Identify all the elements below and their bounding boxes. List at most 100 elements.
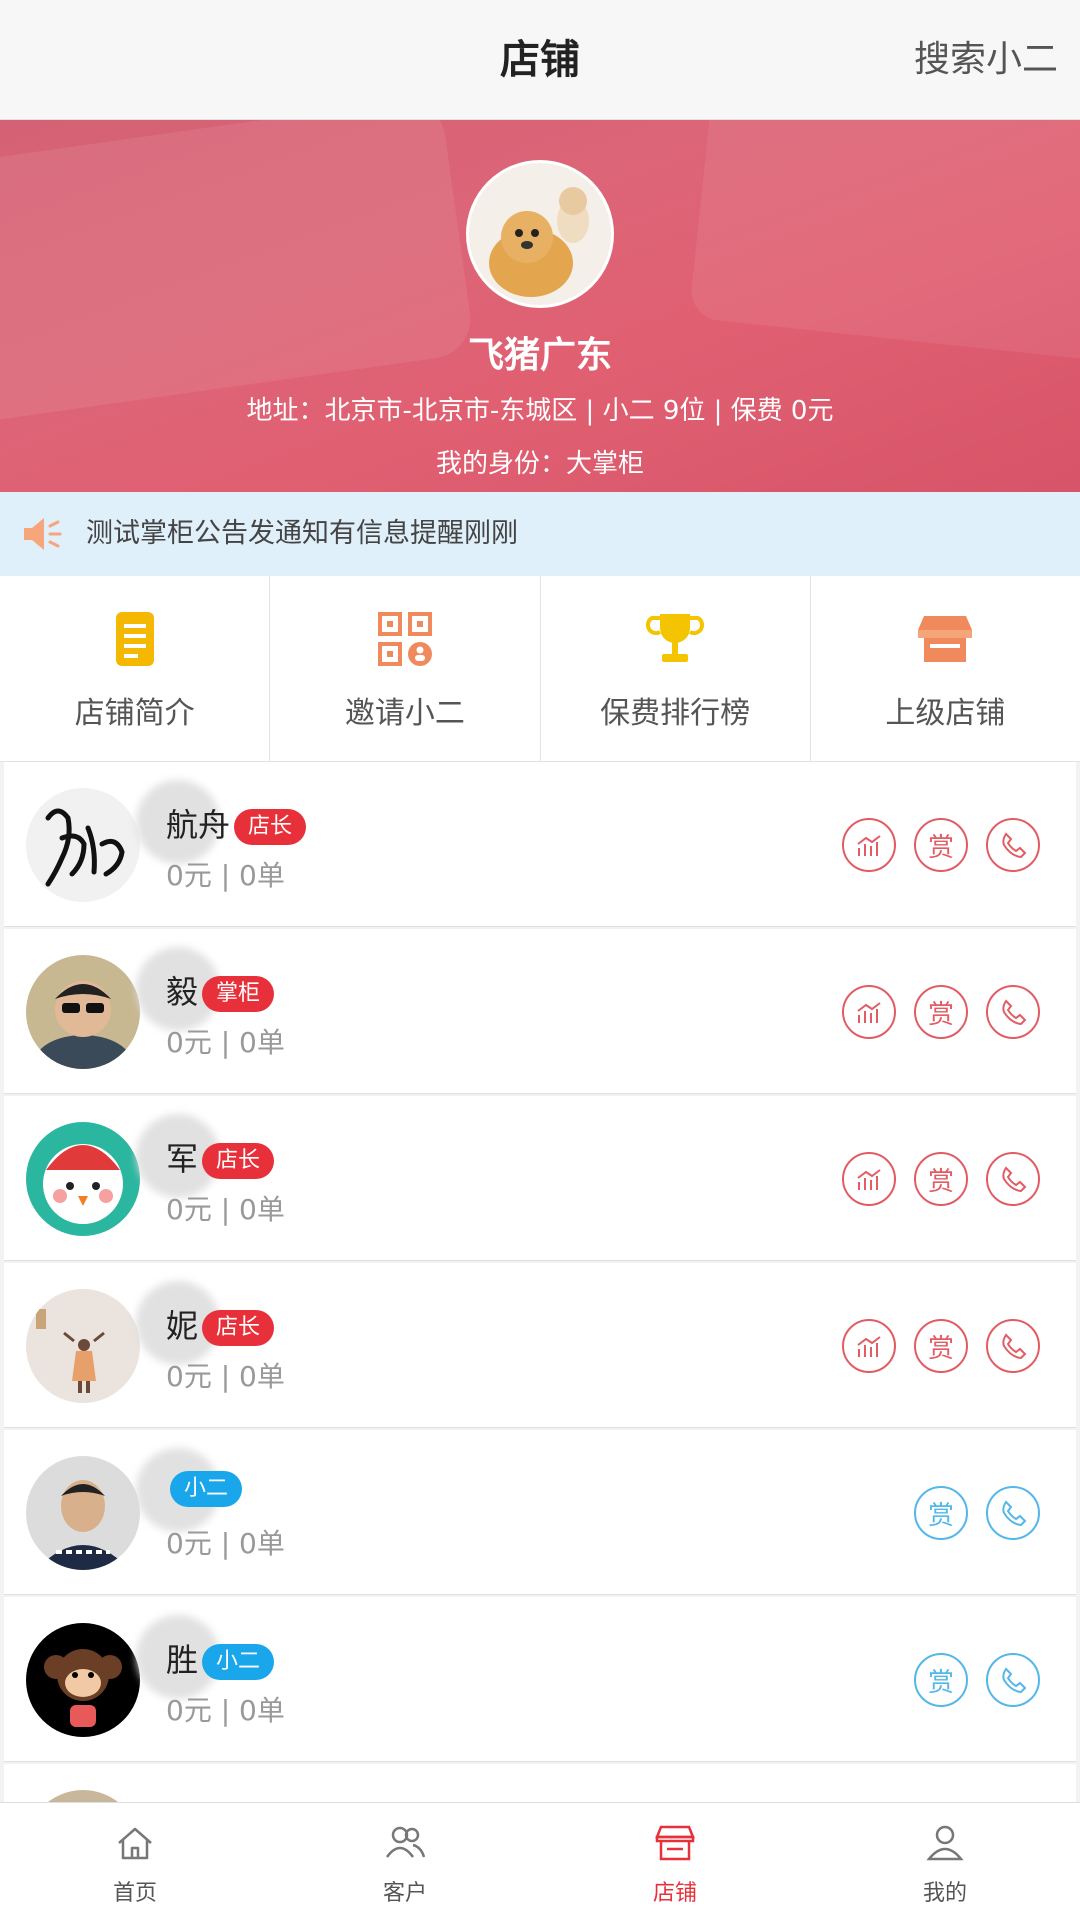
stats-button[interactable] <box>842 1319 896 1373</box>
phone-icon <box>1002 1333 1027 1360</box>
phone-icon <box>1002 832 1027 859</box>
nav-profile[interactable]: 我的 <box>810 1803 1080 1920</box>
member-stats: 0元 | 0单 <box>166 1527 285 1560</box>
member-stats: 0元 | 0单 <box>166 1360 285 1393</box>
reward-label: 赏 <box>927 999 954 1030</box>
member-row[interactable]: 军店长 0元 | 0单 赏 <box>4 1096 1076 1261</box>
member-name-line: 胜小二 <box>166 1635 275 1681</box>
member-avatar <box>26 955 140 1069</box>
member-name: 胜 <box>166 1641 199 1679</box>
role-badge: 小二 <box>202 1644 275 1680</box>
member-actions: 赏 <box>842 818 1040 872</box>
premium-ranking-button[interactable]: 保费排行榜 <box>541 576 811 761</box>
phone-icon <box>1002 1166 1027 1193</box>
call-button[interactable] <box>986 1152 1040 1206</box>
role-badge: 小二 <box>170 1471 243 1507</box>
phone-icon <box>1002 1500 1027 1527</box>
call-button[interactable] <box>986 1486 1040 1540</box>
nav-store[interactable]: 店铺 <box>540 1803 810 1920</box>
shop-intro-button[interactable]: 店铺简介 <box>0 576 271 761</box>
reward-label: 赏 <box>927 1667 954 1698</box>
reward-button[interactable]: 赏 <box>914 1319 968 1373</box>
phone-icon <box>1002 999 1027 1026</box>
member-name: 毅 <box>166 973 199 1011</box>
member-name: 军 <box>166 1140 199 1178</box>
quick-menu: 店铺简介 邀请小二 保费排行榜 上级店铺 <box>0 576 1080 762</box>
reward-button[interactable]: 赏 <box>914 1152 968 1206</box>
stats-button[interactable] <box>842 818 896 872</box>
call-button[interactable] <box>986 818 1040 872</box>
member-list: 航舟 店长 0元 | 0单 赏 毅掌柜 0元 | 0单 赏 军 店长 0元 | … <box>4 762 1076 1802</box>
member-stats: 0元 | 0单 <box>166 859 285 892</box>
role-badge: 掌柜 <box>202 976 275 1012</box>
stats-button[interactable] <box>842 1152 896 1206</box>
parent-shop-button[interactable]: 上级店铺 <box>811 576 1080 761</box>
my-role: 我的身份：大掌柜 <box>435 449 644 479</box>
member-name-line: 航舟 店长 <box>166 800 307 846</box>
shop-avatar[interactable] <box>466 160 614 308</box>
nav-label: 店铺 <box>652 1881 697 1906</box>
reward-button[interactable]: 赏 <box>914 818 968 872</box>
nav-home[interactable]: 首页 <box>0 1803 270 1920</box>
invite-member-button[interactable]: 邀请小二 <box>270 576 541 761</box>
call-button[interactable] <box>986 985 1040 1039</box>
member-name-line: 军店长 <box>166 1134 275 1180</box>
home-icon <box>118 1827 152 1860</box>
customers-icon <box>385 1826 426 1858</box>
call-button[interactable] <box>986 1319 1040 1373</box>
member-avatar <box>26 1623 140 1737</box>
profile-icon <box>926 1825 964 1861</box>
member-actions: 赏 <box>842 985 1040 1039</box>
member-stats: 0元 | 0单 <box>166 1026 285 1059</box>
app-header: 店铺 搜索小二 <box>0 0 1080 120</box>
member-actions: 赏 <box>914 1486 1040 1540</box>
nav-label: 客户 <box>382 1881 427 1906</box>
member-avatar <box>26 1456 140 1570</box>
reward-label: 赏 <box>927 1166 954 1197</box>
reward-button[interactable]: 赏 <box>914 1653 968 1707</box>
reward-button[interactable]: 赏 <box>914 985 968 1039</box>
quick-menu-label: 保费排行榜 <box>600 696 751 731</box>
member-name-line: 小二 <box>166 1468 243 1507</box>
member-name-line: 妮店长 <box>166 1301 275 1347</box>
member-row[interactable]: 妮店长 0元 | 0单 赏 <box>4 1263 1076 1428</box>
member-name: 航舟 <box>166 806 231 844</box>
chart-icon <box>857 1336 881 1357</box>
member-avatar <box>26 1289 140 1403</box>
quick-menu-label: 上级店铺 <box>885 696 1006 731</box>
member-name-line: 毅掌柜 <box>166 967 275 1013</box>
reward-label: 赏 <box>927 1500 954 1531</box>
member-avatar <box>26 1790 140 1802</box>
quick-menu-label: 店铺简介 <box>74 696 195 731</box>
reward-label: 赏 <box>927 832 954 863</box>
member-row[interactable]: 毅掌柜 0元 | 0单 赏 <box>4 929 1076 1094</box>
bottom-nav: 首页 客户 店铺 我的 <box>0 1802 1080 1920</box>
member-actions: 赏 <box>842 1152 1040 1206</box>
member-avatar <box>26 1122 140 1236</box>
nav-customers[interactable]: 客户 <box>270 1803 540 1920</box>
member-actions: 赏 <box>842 1319 1040 1373</box>
chart-icon <box>857 1002 881 1023</box>
store-icon <box>655 1825 695 1861</box>
member-row[interactable]: 胜小二 0元 | 0单 赏 <box>4 1597 1076 1762</box>
quick-menu-label: 邀请小二 <box>344 696 465 731</box>
speaker-icon <box>24 518 62 550</box>
search-member-button[interactable]: 搜索小二 <box>914 0 1058 120</box>
shop-info: 地址：北京市-北京市-东城区 | 小二 9位 | 保费 0元 <box>246 396 834 426</box>
role-badge: 店长 <box>202 1143 275 1179</box>
member-row[interactable]: 航舟 店长 0元 | 0单 赏 <box>4 762 1076 927</box>
member-row[interactable]: 小二 0元 | 0单 赏 <box>4 1430 1076 1595</box>
member-avatar <box>26 788 140 902</box>
member-stats: 0元 | 0单 <box>166 1193 285 1226</box>
notice-text: 测试掌柜公告发通知有信息提醒刚刚 <box>86 518 518 549</box>
nav-label: 首页 <box>112 1881 157 1906</box>
call-button[interactable] <box>986 1653 1040 1707</box>
member-name: 妮 <box>166 1307 199 1345</box>
role-badge: 店长 <box>202 1310 275 1346</box>
member-actions: 赏 <box>914 1653 1040 1707</box>
member-row[interactable] <box>4 1764 1076 1802</box>
reward-button[interactable]: 赏 <box>914 1486 968 1540</box>
notice-bar[interactable]: 测试掌柜公告发通知有信息提醒刚刚 <box>0 492 1080 576</box>
role-badge: 店长 <box>234 809 307 845</box>
stats-button[interactable] <box>842 985 896 1039</box>
